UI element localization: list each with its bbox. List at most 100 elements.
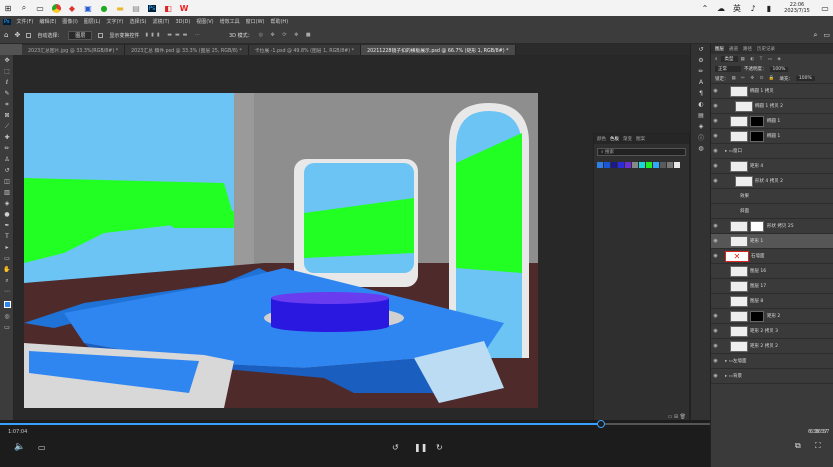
opacity-value[interactable]: 100% [769,66,789,72]
office-icon[interactable]: ◆ [64,0,80,16]
layer-thumbnail[interactable] [735,100,753,112]
layer-row[interactable]: 图层 8 [711,294,833,309]
subtitle-icon[interactable]: ▭ [38,443,46,452]
healing-tool-icon[interactable]: ✚ [0,132,14,143]
tab-doc-1[interactable]: 2023汇总图片.jpg @ 33.3%(RGB/8#) * [22,45,126,55]
language-indicator[interactable]: 英 [729,0,745,16]
taskview-icon[interactable]: ▭ [32,0,48,16]
crop-tool-icon[interactable]: ⌗ [0,99,14,110]
chrome-icon[interactable] [48,0,64,16]
layer-mask[interactable] [750,115,764,127]
eye-icon[interactable]: ◉ [711,373,720,379]
swatch-6[interactable] [639,162,645,168]
swatch-8[interactable] [653,162,659,168]
tab-gradients[interactable]: 渐变 [623,136,632,142]
history-brush-icon[interactable]: ↺ [0,165,14,176]
eye-icon[interactable]: ◉ [711,178,720,184]
notepad-icon[interactable]: ▤ [128,0,144,16]
swatch-10[interactable] [667,162,673,168]
pip-icon[interactable]: ⧉ [795,441,801,451]
layer-thumbnail[interactable] [730,295,748,307]
dodge-tool-icon[interactable]: ● [0,209,14,220]
tab-layers[interactable]: 图层 [715,46,724,52]
menu-view[interactable]: 视图(V) [196,18,213,25]
notification-icon[interactable]: ▭ [817,0,833,16]
menu-image[interactable]: 图像(I) [62,18,77,25]
quick-select-tool-icon[interactable]: ✎ [0,88,14,99]
auto-select-dropdown[interactable]: 图层 [68,30,93,40]
tab-doc-3[interactable]: 卡拉展 -1.psd @ 49.8% (图层 1, RGB/8#) * [248,45,362,55]
layer-row[interactable]: 图层 17 [711,279,833,294]
swatch-2[interactable] [611,162,617,168]
layer-mask[interactable] [750,310,764,322]
screen-mode-icon[interactable]: ▭ [0,322,14,333]
more-tools-icon[interactable]: ⋯ [0,286,14,297]
swatch-1[interactable] [604,162,610,168]
swatch-7[interactable] [646,162,652,168]
home-icon[interactable]: ⌂ [4,31,8,39]
lasso-tool-icon[interactable]: ℓ [0,77,14,88]
path-select-icon[interactable]: ▸ [0,242,14,253]
blur-tool-icon[interactable]: ◈ [0,198,14,209]
layer-thumbnail[interactable] [730,265,748,277]
layer-thumbnail[interactable]: ✕ [725,250,749,262]
menu-plugins[interactable]: 增效工具 [220,18,240,25]
layer-row[interactable]: ◉ 矩形 1 [711,234,833,249]
auto-select-checkbox[interactable] [26,32,32,38]
lock-icons[interactable]: ▦ ✏ ✥ ⊡ 🔒 [732,76,777,81]
layer-row[interactable]: ◉ 矩形 2 拷贝 3 [711,324,833,339]
navigator-icon[interactable]: ◍ [691,143,711,154]
volume-icon[interactable]: 🔈 [14,442,25,452]
wps-icon[interactable]: W [176,0,192,16]
layer-row[interactable]: ◉ 形状 拷贝 25 [711,219,833,234]
stamp-tool-icon[interactable]: ♙ [0,154,14,165]
file-manager-icon[interactable]: ▬ [112,0,128,16]
layer-row[interactable]: ◉ 矩形 2 [711,309,833,324]
layer-row[interactable]: 图层 16 [711,264,833,279]
layer-mask[interactable] [750,130,764,142]
swatch-9[interactable] [660,162,666,168]
swatch-4[interactable] [625,162,631,168]
layer-mask[interactable] [750,220,764,232]
eye-icon[interactable]: ◉ [711,313,720,319]
move-tool-icon[interactable]: ✥ [0,55,14,66]
gradient-tool-icon[interactable]: ▥ [0,187,14,198]
eye-icon[interactable]: ◉ [711,343,720,349]
layer-thumbnail[interactable] [730,325,748,337]
folder-icon[interactable]: ▸ ▭ [725,359,733,364]
character-icon[interactable]: A [691,77,711,88]
layer-row[interactable]: ◉ ✕ 石墙面 [711,249,833,264]
layer-thumbnail[interactable] [730,310,748,322]
fullscreen-icon[interactable]: ⛶ [815,441,821,451]
swatch-5[interactable] [632,162,638,168]
move-tool-icon[interactable]: ✥ [14,31,20,39]
menu-type[interactable]: 文字(Y) [106,18,123,25]
eye-icon[interactable]: ◉ [711,328,720,334]
brush-panel-icon[interactable]: ✏ [691,66,711,77]
red-app-icon[interactable]: ◧ [160,0,176,16]
eraser-tool-icon[interactable]: ◫ [0,176,14,187]
layer-row[interactable]: ◉ 形状 4 拷贝 2 [711,174,833,189]
eyedropper-tool-icon[interactable]: ⟋ [0,121,14,132]
eye-icon[interactable]: ◉ [711,88,720,94]
pen-tool-icon[interactable]: ✒ [0,220,14,231]
eye-icon[interactable]: ◉ [711,118,720,124]
marquee-tool-icon[interactable]: ⬚ [0,66,14,77]
layer-thumbnail[interactable] [730,280,748,292]
layer-thumbnail[interactable] [730,340,748,352]
properties-icon[interactable]: ⚙ [691,55,711,66]
clock[interactable]: 22:06 2023/7/15 [777,2,817,14]
layer-thumbnail[interactable] [730,160,748,172]
menu-file[interactable]: 文件(F) [17,18,34,25]
chevron-up-icon[interactable]: ⌃ [697,0,713,16]
3d-tools-icons[interactable]: ◎ ✥ ⟳ ✥ ■ [259,32,314,38]
artwork-canvas[interactable] [24,93,538,408]
eye-icon[interactable]: ◉ [711,238,720,244]
layer-thumbnail[interactable] [730,235,748,247]
styles-icon[interactable]: ◈ [691,121,711,132]
filter-kind[interactable]: 类型 [720,56,738,62]
eye-icon[interactable]: ◉ [711,253,720,259]
layer-row[interactable]: ◉ 椭圆 1 [711,129,833,144]
filter-icons[interactable]: ▦ ◐ T ▭ ◈ [741,57,783,62]
swatch-3[interactable] [618,162,624,168]
